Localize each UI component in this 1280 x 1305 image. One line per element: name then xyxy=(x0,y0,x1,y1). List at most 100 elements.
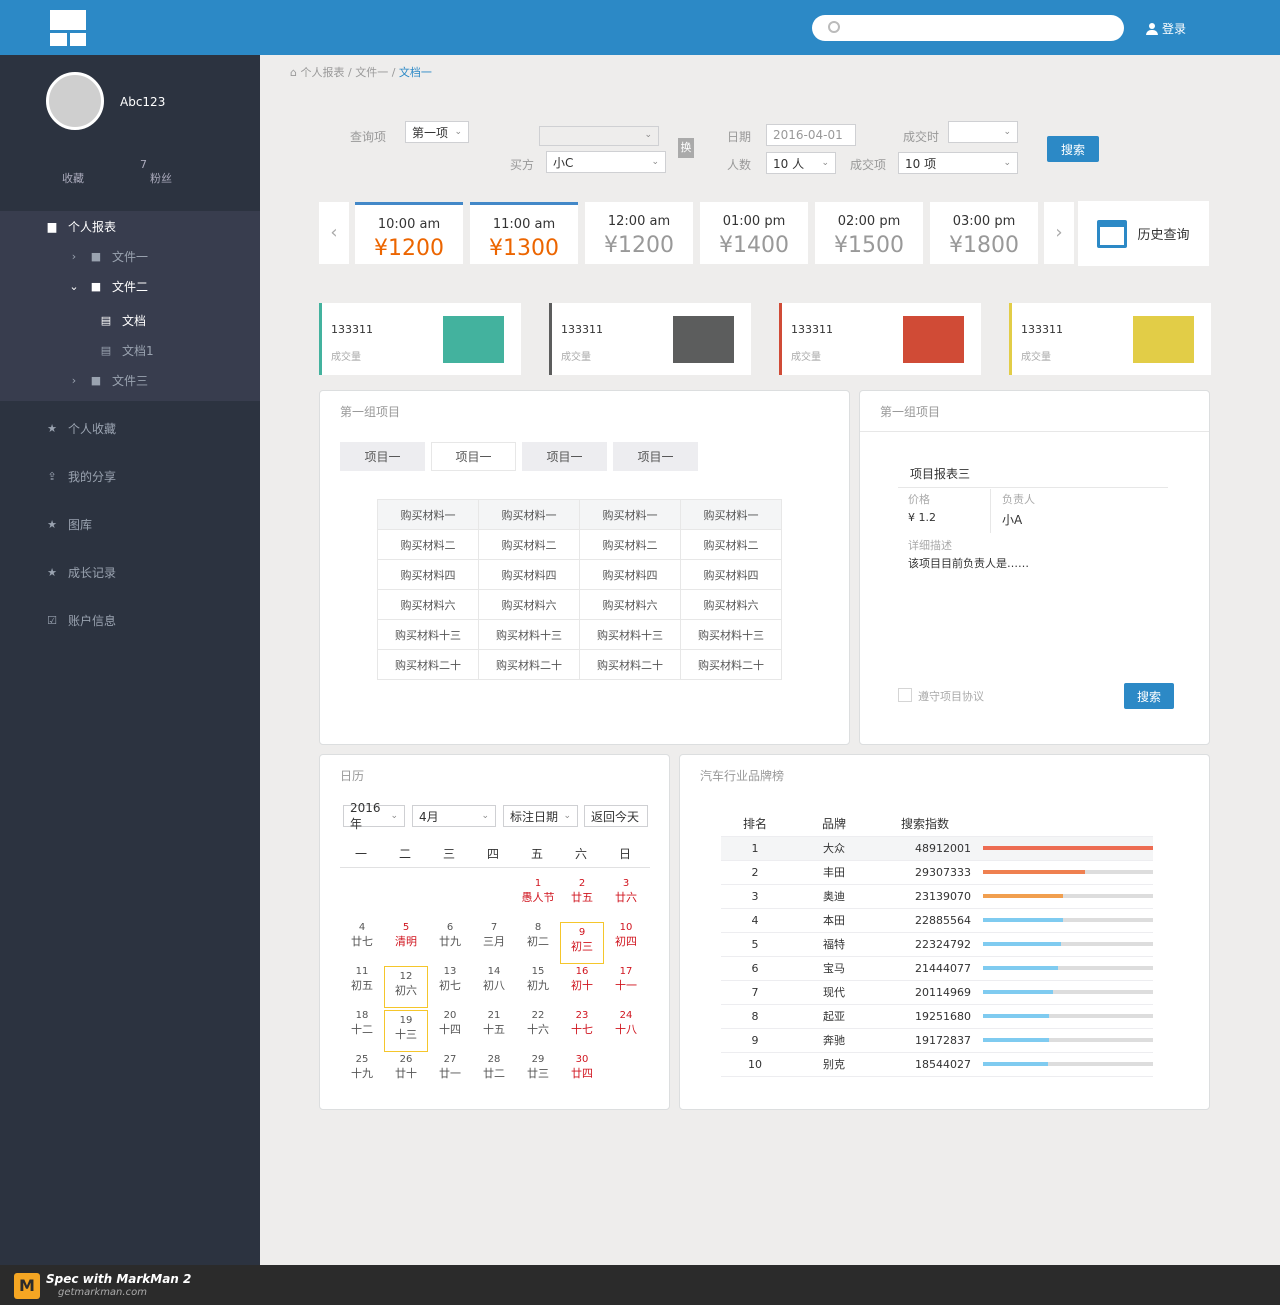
time-slot[interactable]: 11:00 am ¥1300 xyxy=(470,202,578,264)
calendar-day[interactable]: 29 廿三 xyxy=(516,1054,560,1081)
ranking-row[interactable]: 10 别克 18544027 xyxy=(721,1052,1153,1077)
ranking-row[interactable]: 5 福特 22324792 xyxy=(721,932,1153,957)
search-input[interactable] xyxy=(850,19,1110,37)
calendar-day[interactable]: 7 三月 xyxy=(472,922,516,949)
time-slot[interactable]: 10:00 am ¥1200 xyxy=(355,202,463,264)
prev-arrow-icon[interactable]: ‹ xyxy=(319,202,349,264)
buyer-select[interactable]: 小C ⌄ xyxy=(546,151,666,173)
time-slot[interactable]: 03:00 pm ¥1800 xyxy=(930,202,1038,264)
agree-checkbox[interactable] xyxy=(898,688,912,702)
ranking-row[interactable]: 7 现代 20114969 xyxy=(721,980,1153,1005)
date-input[interactable]: 2016-04-01 xyxy=(766,124,856,146)
deal-time-select[interactable]: ⌄ xyxy=(948,121,1018,143)
ranking-row[interactable]: 8 起亚 19251680 xyxy=(721,1004,1153,1029)
ranking-row[interactable]: 2 丰田 29307333 xyxy=(721,860,1153,885)
sidebar-item-doc[interactable]: ▤ 文档 xyxy=(0,305,260,335)
time-slot[interactable]: 01:00 pm ¥1400 xyxy=(700,202,808,264)
calendar-day[interactable]: 17 十一 xyxy=(604,966,648,993)
calendar-day[interactable]: 11 初五 xyxy=(340,966,384,993)
today-button[interactable]: 返回今天 xyxy=(584,805,648,827)
kpi-card[interactable]: 133311 成交量 xyxy=(779,303,981,375)
calendar-day[interactable]: 15 初九 xyxy=(516,966,560,993)
calendar-day[interactable]: 25 十九 xyxy=(340,1054,384,1081)
sidebar-item-file2[interactable]: ⌄ ■ 文件二 xyxy=(0,271,260,301)
calendar-day[interactable]: 1 愚人节 xyxy=(516,878,560,905)
calendar-day[interactable]: 12 初六 xyxy=(384,966,428,1008)
month-select[interactable]: 4月 ⌄ xyxy=(412,805,496,827)
calendar-day[interactable]: 14 初八 xyxy=(472,966,516,993)
home-icon[interactable]: ⌂ xyxy=(290,66,297,79)
breadcrumb-item[interactable]: 个人报表 xyxy=(300,66,344,79)
calendar-day[interactable]: 16 初十 xyxy=(560,966,604,993)
seller-select[interactable]: ⌄ xyxy=(539,126,659,146)
ranking-row[interactable]: 1 大众 48912001 xyxy=(721,836,1153,861)
kpi-card[interactable]: 133311 成交量 xyxy=(549,303,751,375)
group2-search-button[interactable]: 搜索 xyxy=(1124,683,1174,709)
table-row[interactable]: 购买材料二十 购买材料二十 购买材料二十 购买材料二十 xyxy=(377,649,782,680)
next-arrow-icon[interactable]: › xyxy=(1044,202,1074,264)
ranking-row[interactable]: 9 奔驰 19172837 xyxy=(721,1028,1153,1053)
calendar-day[interactable]: 5 清明 xyxy=(384,922,428,949)
breadcrumb-item[interactable]: 文件一 xyxy=(355,66,388,79)
calendar-day[interactable]: 27 廿一 xyxy=(428,1054,472,1081)
calendar-day[interactable]: 2 廿五 xyxy=(560,878,604,905)
year-select[interactable]: 2016年 ⌄ xyxy=(343,801,405,831)
sidebar-item-gallery[interactable]: ★ 图库 xyxy=(0,500,260,548)
sidebar-item-report[interactable]: ▆ 个人报表 xyxy=(0,211,260,241)
table-row[interactable]: 购买材料一 购买材料一 购买材料一 购买材料一 xyxy=(377,499,782,530)
calendar-day[interactable]: 18 十二 xyxy=(340,1010,384,1037)
query-select[interactable]: 第一项 ⌄ xyxy=(405,121,469,143)
search-icon[interactable] xyxy=(828,21,840,33)
stat-fans[interactable]: 粉丝 xyxy=(150,170,172,186)
table-row[interactable]: 购买材料六 购买材料六 购买材料六 购买材料六 xyxy=(377,589,782,620)
calendar-day[interactable]: 21 十五 xyxy=(472,1010,516,1037)
ranking-row[interactable]: 6 宝马 21444077 xyxy=(721,956,1153,981)
calendar-day[interactable]: 10 初四 xyxy=(604,922,648,949)
stat-favorites[interactable]: 收藏 xyxy=(62,170,84,186)
tab-project[interactable]: 项目一 xyxy=(340,442,425,471)
login-button[interactable]: 登录 xyxy=(1146,20,1186,37)
sidebar-item-share[interactable]: ⇪ 我的分享 xyxy=(0,452,260,500)
calendar-day[interactable]: 30 廿四 xyxy=(560,1054,604,1081)
calendar-day[interactable]: 20 十四 xyxy=(428,1010,472,1037)
sidebar-item-growth[interactable]: ★ 成长记录 xyxy=(0,548,260,596)
sidebar-item-account[interactable]: ☑ 账户信息 xyxy=(0,596,260,644)
table-row[interactable]: 购买材料二 购买材料二 购买材料二 购买材料二 xyxy=(377,529,782,560)
calendar-day[interactable]: 9 初三 xyxy=(560,922,604,964)
ranking-row[interactable]: 4 本田 22885564 xyxy=(721,908,1153,933)
time-slot[interactable]: 12:00 am ¥1200 xyxy=(585,202,693,264)
calendar-day[interactable]: 3 廿六 xyxy=(604,878,648,905)
calendar-day[interactable]: 6 廿九 xyxy=(428,922,472,949)
logo[interactable] xyxy=(50,10,86,46)
calendar-day[interactable]: 24 十八 xyxy=(604,1010,648,1037)
calendar-day[interactable]: 4 廿七 xyxy=(340,922,384,949)
calendar-day[interactable]: 13 初七 xyxy=(428,966,472,993)
calendar-day[interactable]: 19 十三 xyxy=(384,1010,428,1052)
query-search-button[interactable]: 搜索 xyxy=(1047,136,1099,162)
calendar-day[interactable]: 26 廿十 xyxy=(384,1054,428,1081)
sidebar-item-file1[interactable]: › ■ 文件一 xyxy=(0,241,260,271)
tab-project[interactable]: 项目一 xyxy=(613,442,698,471)
calendar-day[interactable]: 8 初二 xyxy=(516,922,560,949)
kpi-card[interactable]: 133311 成交量 xyxy=(319,303,521,375)
table-row[interactable]: 购买材料四 购买材料四 购买材料四 购买材料四 xyxy=(377,559,782,590)
calendar-day[interactable]: 28 廿二 xyxy=(472,1054,516,1081)
calendar-day[interactable]: 23 十七 xyxy=(560,1010,604,1037)
sidebar-item-file3[interactable]: › ■ 文件三 xyxy=(0,365,260,395)
time-slot[interactable]: 02:00 pm ¥1500 xyxy=(815,202,923,264)
deal-select[interactable]: 10 项 ⌄ xyxy=(898,152,1018,174)
tab-project[interactable]: 项目一 xyxy=(431,442,516,471)
kpi-card[interactable]: 133311 成交量 xyxy=(1009,303,1211,375)
mark-date-button[interactable]: 标注日期 ⌄ xyxy=(503,805,578,827)
ranking-row[interactable]: 3 奥迪 23139070 xyxy=(721,884,1153,909)
sidebar-item-favorites[interactable]: ★ 个人收藏 xyxy=(0,404,260,452)
avatar[interactable] xyxy=(46,72,104,130)
sidebar-item-doc1[interactable]: ▤ 文档1 xyxy=(0,335,260,365)
history-button[interactable]: 历史查询 xyxy=(1078,201,1209,266)
calendar-day[interactable]: 22 十六 xyxy=(516,1010,560,1037)
tab-project[interactable]: 项目一 xyxy=(522,442,607,471)
swap-button[interactable]: 换 xyxy=(678,138,694,158)
search-box[interactable] xyxy=(812,15,1124,41)
people-select[interactable]: 10 人 ⌄ xyxy=(766,152,836,174)
table-row[interactable]: 购买材料十三 购买材料十三 购买材料十三 购买材料十三 xyxy=(377,619,782,650)
